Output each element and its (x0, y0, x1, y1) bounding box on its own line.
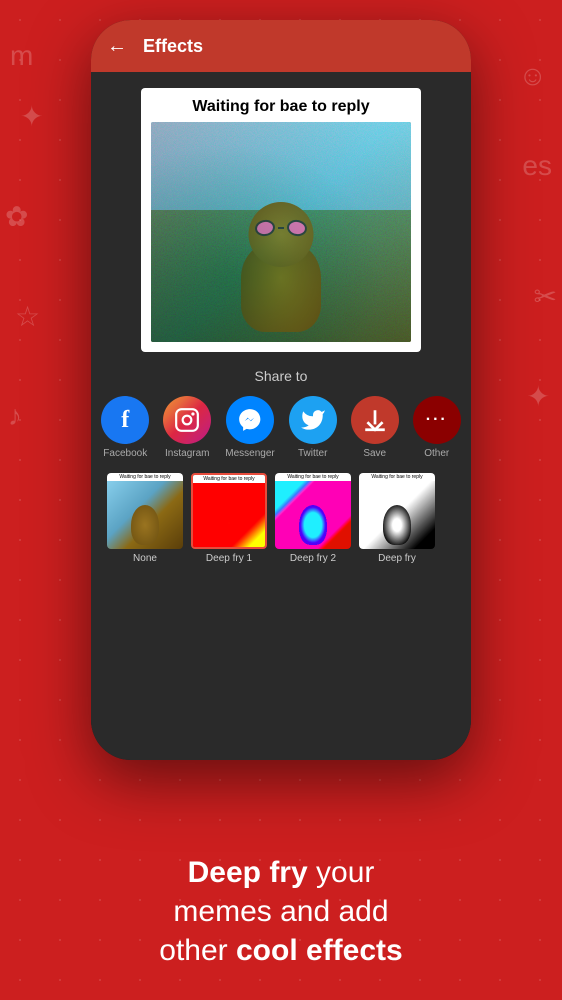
facebook-icon[interactable]: f (101, 396, 149, 444)
save-icon[interactable] (351, 396, 399, 444)
doodle-6: ☺ (518, 60, 547, 92)
effect-deepfry1-label: Deep fry 1 (206, 553, 252, 564)
bottom-text-line2-text: memes and add (173, 895, 388, 928)
share-twitter[interactable]: Twitter (289, 396, 337, 459)
effect-deepfry1-img (193, 483, 265, 547)
instagram-label: Instagram (165, 448, 209, 459)
effect-none[interactable]: Waiting for bae to reply None (107, 473, 183, 564)
bottom-text-bold1: Deep fry (188, 856, 308, 889)
effect-deepfry3-img (359, 481, 435, 549)
bottom-text-normal1: your (308, 856, 375, 889)
other-icon[interactable]: ··· (413, 396, 461, 444)
effect-none-thumb[interactable]: Waiting for bae to reply (107, 473, 183, 549)
doodle-8: ✂ (534, 280, 557, 313)
share-save[interactable]: Save (351, 396, 399, 459)
doodle-4: ☆ (15, 300, 40, 333)
effect-deepfry3-mini-title: Waiting for bae to reply (359, 473, 435, 481)
doodle-5: ♪ (8, 400, 22, 432)
effect-deepfry1[interactable]: Waiting for bae to reply Deep fry 1 (191, 473, 267, 564)
instagram-icon[interactable] (163, 396, 211, 444)
doodle-7: es (522, 150, 552, 182)
facebook-label: Facebook (103, 448, 147, 459)
twitter-label: Twitter (298, 448, 327, 459)
back-button[interactable]: ← (107, 35, 127, 58)
effect-deepfry3-label: Deep fry (378, 553, 416, 564)
bottom-text-line3: other cool effects (40, 931, 522, 970)
effect-none-img (107, 481, 183, 549)
effect-deepfry2-thumb[interactable]: Waiting for bae to reply (275, 473, 351, 549)
phone-frame: ← Effects Waiting for bae to reply (91, 20, 471, 760)
effect-deepfry2[interactable]: Waiting for bae to reply Deep fry 2 (275, 473, 351, 564)
effect-deepfry1-thumb[interactable]: Waiting for bae to reply (191, 473, 267, 549)
page-title: Effects (143, 36, 203, 57)
bottom-text-line1: Deep fry your (40, 853, 522, 892)
meme-title: Waiting for bae to reply (151, 98, 411, 116)
messenger-label: Messenger (225, 448, 274, 459)
share-messenger[interactable]: Messenger (225, 396, 274, 459)
effect-deepfry3-thumb[interactable]: Waiting for bae to reply (359, 473, 435, 549)
effect-deepfry3[interactable]: Waiting for bae to reply Deep fry (359, 473, 435, 564)
bottom-text-section: Deep fry your memes and add other cool e… (0, 853, 562, 970)
content-area: Waiting for bae to reply (91, 72, 471, 760)
effect-none-mini-title: Waiting for bae to reply (107, 473, 183, 481)
share-label: Share to (255, 368, 308, 384)
share-other[interactable]: ··· Other (413, 396, 461, 459)
effect-deepfry1-mini-title: Waiting for bae to reply (193, 475, 265, 483)
share-icons-row: f Facebook Instagram (101, 396, 460, 459)
bottom-text-line2: memes and add (40, 892, 522, 931)
doodle-2: ✦ (20, 100, 43, 133)
doodle-9: ✦ (527, 380, 550, 413)
doodle-1: m (10, 40, 33, 72)
share-facebook[interactable]: f Facebook (101, 396, 149, 459)
meme-image (151, 122, 411, 342)
save-label: Save (363, 448, 386, 459)
meme-card: Waiting for bae to reply (141, 88, 421, 352)
other-label: Other (424, 448, 449, 459)
effect-deepfry2-mini-title: Waiting for bae to reply (275, 473, 351, 481)
messenger-icon[interactable] (226, 396, 274, 444)
effect-none-label: None (133, 553, 157, 564)
effect-deepfry2-label: Deep fry 2 (290, 553, 336, 564)
share-instagram[interactable]: Instagram (163, 396, 211, 459)
twitter-icon[interactable] (289, 396, 337, 444)
effect-deepfry2-img (275, 481, 351, 549)
bottom-text-bold3: cool effects (236, 934, 403, 967)
effects-strip: Waiting for bae to reply None Waiting fo… (107, 473, 455, 564)
bottom-text-normal3: other (159, 934, 236, 967)
top-bar: ← Effects (91, 20, 471, 72)
doodle-3: ✿ (5, 200, 28, 233)
